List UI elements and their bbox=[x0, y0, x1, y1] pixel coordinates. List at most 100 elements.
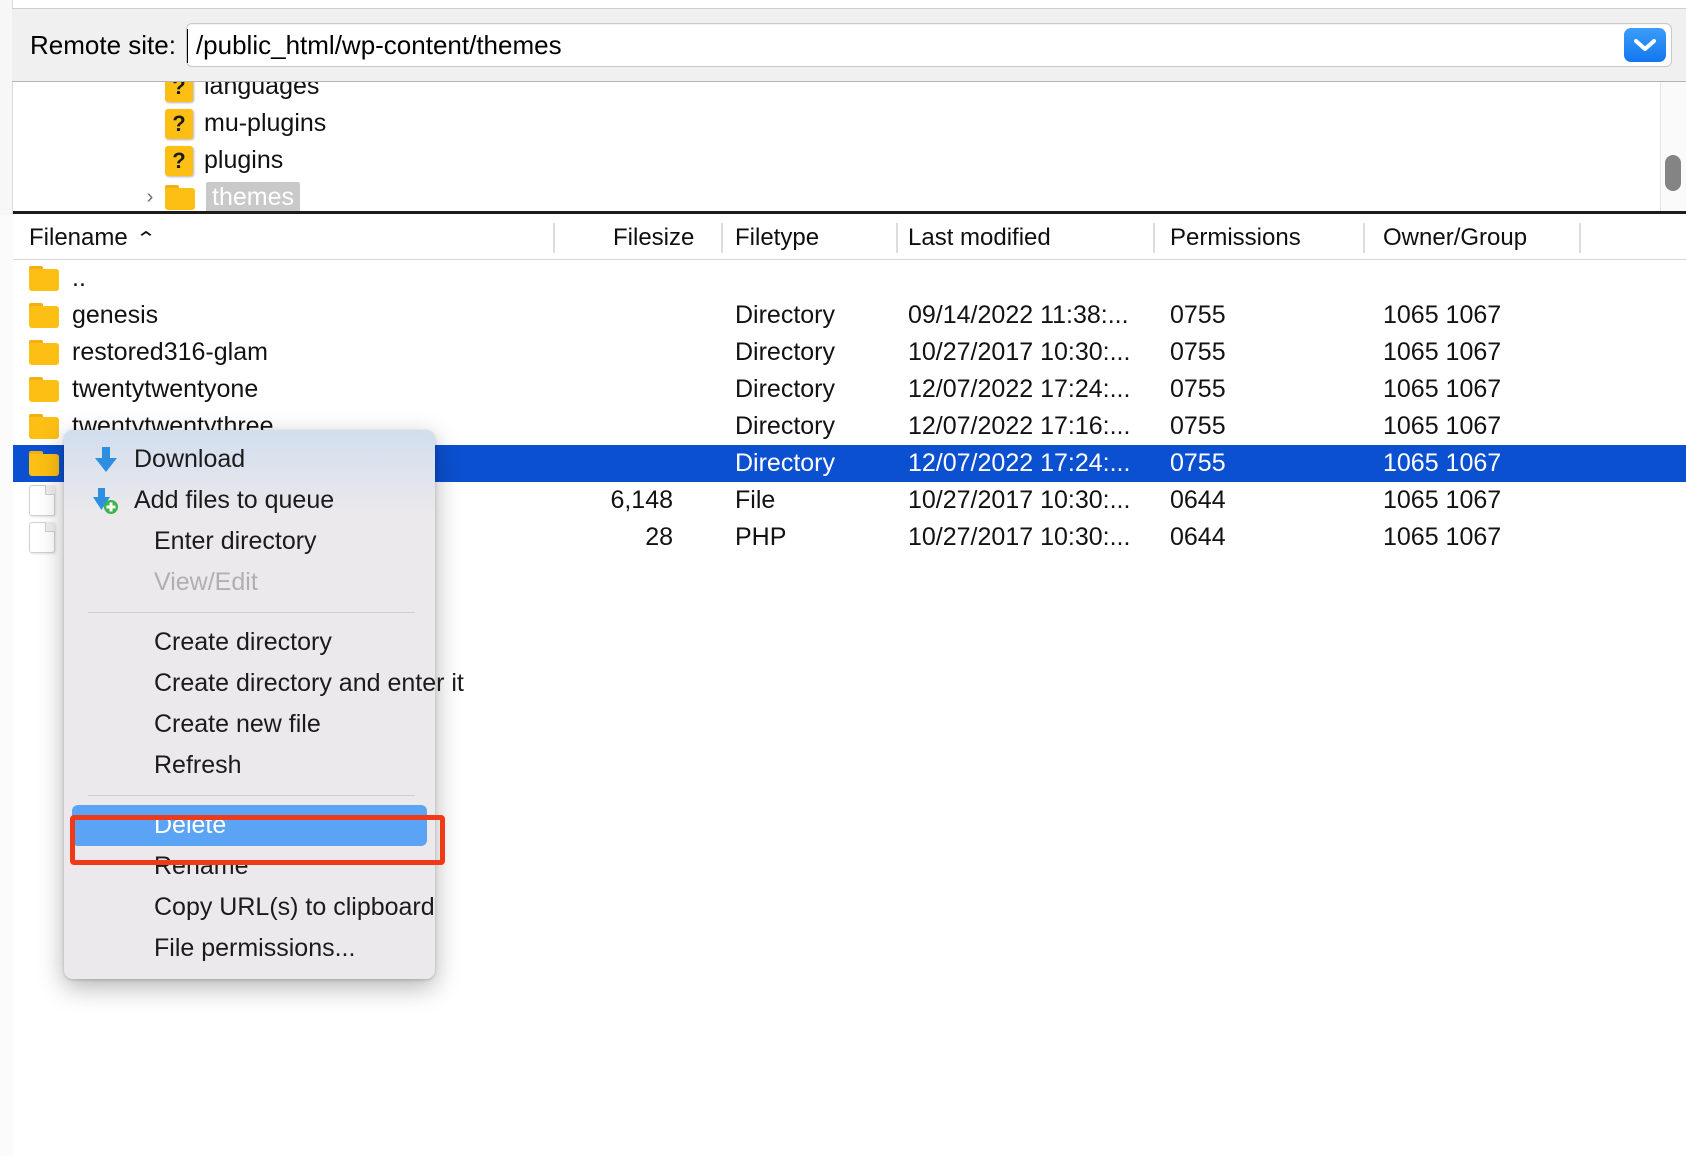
download-arrow-icon bbox=[91, 446, 121, 474]
last-modified-cell: 12/07/2022 17:24:... bbox=[908, 375, 1131, 403]
last-modified-cell: 10/27/2017 10:30:... bbox=[908, 523, 1131, 551]
context-menu-item-label: Add files to queue bbox=[134, 486, 335, 514]
permissions-cell: 0755 bbox=[1170, 301, 1226, 329]
context-menu-item-label: Enter directory bbox=[154, 527, 317, 555]
remote-path-input[interactable]: /public_html/wp-content/themes bbox=[185, 23, 1672, 67]
context-menu-item-label: View/Edit bbox=[154, 568, 258, 596]
file-name-label: twentytwentyone bbox=[72, 375, 259, 403]
tree-item-languages[interactable]: languages bbox=[13, 82, 1686, 105]
remote-site-label: Remote site: bbox=[30, 29, 176, 60]
tree-scrollbar[interactable] bbox=[1660, 82, 1686, 211]
permissions-cell: 0644 bbox=[1170, 523, 1226, 551]
owner-group-cell: 1065 1067 bbox=[1383, 338, 1502, 366]
tree-item-label: mu-plugins bbox=[204, 109, 327, 137]
context-menu-item-download[interactable]: Download bbox=[64, 439, 435, 480]
last-modified-cell: 09/14/2022 11:38:... bbox=[908, 301, 1129, 329]
question-folder-icon bbox=[165, 145, 193, 176]
last-modified-cell: 10/27/2017 10:30:... bbox=[908, 338, 1131, 366]
file-type-cell: Directory bbox=[735, 301, 836, 329]
tree-scrollbar-thumb[interactable] bbox=[1665, 155, 1681, 191]
add-to-queue-icon bbox=[91, 487, 121, 515]
owner-group-cell: 1065 1067 bbox=[1383, 412, 1502, 440]
column-divider[interactable] bbox=[1579, 223, 1581, 253]
file-type-cell: Directory bbox=[735, 449, 836, 477]
file-name-cell: twentytwentyone bbox=[29, 375, 258, 404]
tree-item-label: plugins bbox=[204, 146, 284, 174]
owner-group-cell: 1065 1067 bbox=[1383, 301, 1502, 329]
file-context-menu[interactable]: Download Add files to queue Enter direct… bbox=[64, 430, 464, 979]
context-menu-item-refresh[interactable]: Refresh bbox=[64, 745, 435, 786]
text-caret bbox=[186, 29, 188, 63]
context-menu-item-label: Download bbox=[134, 445, 246, 473]
column-header-filesize[interactable]: Filesize bbox=[613, 224, 694, 252]
owner-group-cell: 1065 1067 bbox=[1383, 523, 1502, 551]
context-menu-item-label: Create new file bbox=[154, 710, 321, 738]
file-size-cell: 6,148 bbox=[610, 486, 673, 514]
column-header-last-modified[interactable]: Last modified bbox=[908, 224, 1051, 252]
context-menu-item-label: Delete bbox=[154, 811, 227, 839]
folder-icon bbox=[29, 266, 59, 291]
context-menu-item-label: Refresh bbox=[154, 751, 242, 779]
context-menu-item-rename[interactable]: Rename bbox=[64, 846, 435, 887]
column-divider[interactable] bbox=[721, 223, 723, 253]
tree-item-mu-plugins[interactable]: mu-plugins bbox=[13, 105, 1686, 142]
file-name-label: .. bbox=[72, 264, 86, 292]
file-type-cell: PHP bbox=[735, 523, 787, 551]
window-left-edge-lower bbox=[0, 215, 13, 1156]
last-modified-cell: 12/07/2022 17:16:... bbox=[908, 412, 1131, 440]
owner-group-cell: 1065 1067 bbox=[1383, 449, 1502, 477]
file-list-column-headers: Filename ⌃ Filesize Filetype Last modifie… bbox=[13, 217, 1686, 260]
column-header-owner-group[interactable]: Owner/Group bbox=[1383, 224, 1527, 252]
context-menu-item-create-new-file[interactable]: Create new file bbox=[64, 704, 435, 745]
path-history-dropdown-button[interactable] bbox=[1624, 28, 1666, 62]
column-divider[interactable] bbox=[553, 223, 555, 253]
table-row[interactable]: genesis Directory 09/14/2022 11:38:... 0… bbox=[13, 297, 1686, 334]
tree-item-plugins[interactable]: plugins bbox=[13, 142, 1686, 179]
folder-icon bbox=[165, 185, 195, 210]
context-menu-item-label: Create directory and enter it bbox=[154, 669, 464, 697]
column-header-permissions[interactable]: Permissions bbox=[1170, 224, 1301, 252]
chevron-right-icon[interactable]: › bbox=[135, 186, 165, 209]
file-name-cell: genesis bbox=[29, 301, 158, 330]
remote-path-value: /public_html/wp-content/themes bbox=[195, 29, 562, 60]
remote-site-bar: Remote site: /public_html/wp-content/the… bbox=[12, 8, 1686, 82]
context-menu-item-delete[interactable]: Delete bbox=[72, 805, 427, 846]
file-type-cell: File bbox=[735, 486, 776, 514]
table-row[interactable]: .. bbox=[13, 260, 1686, 297]
tree-item-themes[interactable]: › themes bbox=[13, 179, 1686, 211]
column-divider[interactable] bbox=[896, 223, 898, 253]
context-menu-item-file-permissions[interactable]: File permissions... bbox=[64, 928, 435, 969]
folder-icon bbox=[29, 451, 59, 476]
file-type-cell: Directory bbox=[735, 412, 836, 440]
file-size-cell: 28 bbox=[645, 523, 673, 551]
column-header-filename[interactable]: Filename ⌃ bbox=[29, 224, 156, 252]
last-modified-cell: 12/07/2022 17:24:... bbox=[908, 449, 1131, 477]
tree-item-label: languages bbox=[204, 82, 320, 100]
context-menu-separator bbox=[88, 612, 415, 613]
table-row[interactable]: restored316-glam Directory 10/27/2017 10… bbox=[13, 334, 1686, 371]
folder-icon bbox=[29, 340, 59, 365]
file-name-label: restored316-glam bbox=[72, 338, 268, 366]
file-icon bbox=[29, 522, 55, 553]
column-header-filetype[interactable]: Filetype bbox=[735, 224, 819, 252]
column-divider[interactable] bbox=[1363, 223, 1365, 253]
context-menu-separator bbox=[88, 795, 415, 796]
context-menu-item-enter-directory[interactable]: Enter directory bbox=[64, 521, 435, 562]
owner-group-cell: 1065 1067 bbox=[1383, 486, 1502, 514]
permissions-cell: 0755 bbox=[1170, 412, 1226, 440]
column-divider[interactable] bbox=[1153, 223, 1155, 253]
question-folder-icon bbox=[165, 82, 193, 102]
remote-directory-tree[interactable]: languages mu-plugins plugins › themes bbox=[13, 82, 1686, 214]
context-menu-item-create-directory-and-enter-it[interactable]: Create directory and enter it bbox=[64, 663, 464, 704]
owner-group-cell: 1065 1067 bbox=[1383, 375, 1502, 403]
context-menu-item-label: File permissions... bbox=[154, 934, 356, 962]
file-type-cell: Directory bbox=[735, 338, 836, 366]
context-menu-item-create-directory[interactable]: Create directory bbox=[64, 622, 435, 663]
filezilla-remote-pane: Remote site: /public_html/wp-content/the… bbox=[0, 0, 1686, 1156]
context-menu-item-add-files-to-queue[interactable]: Add files to queue bbox=[64, 480, 435, 521]
file-name-cell: restored316-glam bbox=[29, 338, 268, 367]
table-row[interactable]: twentytwentyone Directory 12/07/2022 17:… bbox=[13, 371, 1686, 408]
context-menu-item-label: Copy URL(s) to clipboard bbox=[154, 893, 435, 921]
context-menu-item-copy-urls-to-clipboard[interactable]: Copy URL(s) to clipboard bbox=[64, 887, 435, 928]
permissions-cell: 0644 bbox=[1170, 486, 1226, 514]
